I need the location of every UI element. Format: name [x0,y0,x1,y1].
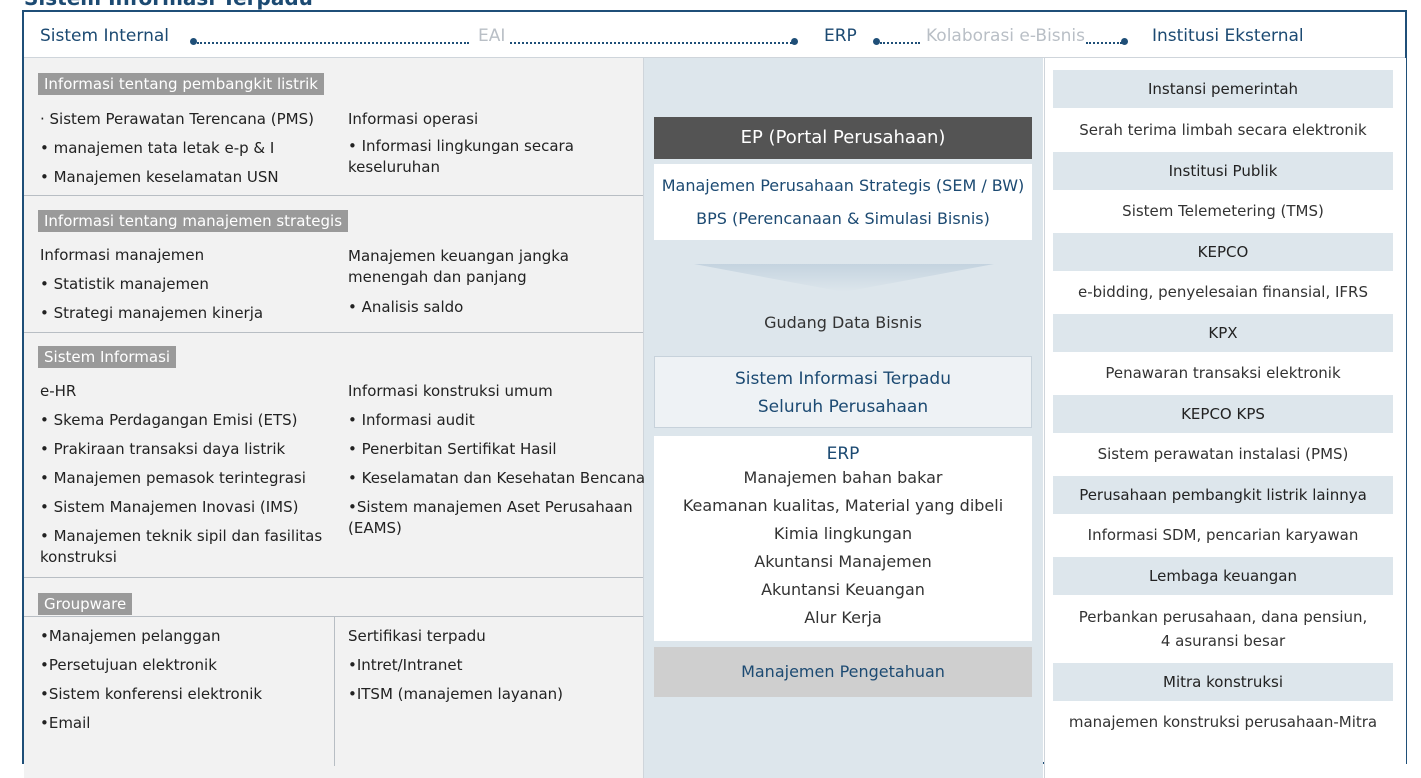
section-header: Informasi tentang pembangkit listrik [38,73,324,95]
section-column-right: Informasi operasi • Informasi lingkungan… [348,105,633,184]
list-item: • Strategi manajemen kinerja [40,304,264,322]
institution-header: Instansi pemerintah [1053,70,1393,108]
section-column-right: Manajemen keuangan jangka menengah dan p… [348,241,638,322]
connector-line [1086,42,1122,44]
list-item: · Sistem Perawatan Terencana (PMS) [40,110,314,128]
list-item: •ITSM (manajemen layanan) [348,685,564,703]
institution-text: Sistem Telemetering (TMS) [1122,202,1324,220]
gudang-data-label: Gudang Data Bisnis [764,313,922,332]
connector-line [880,42,920,44]
erp-item: Akuntansi Manajemen [754,552,932,571]
sistem-informasi-terpadu-box: Sistem Informasi Terpadu Seluruh Perusah… [654,356,1032,428]
diagram-frame: Sistem Internal EAI ERP Kolaborasi e-Bis… [22,10,1407,778]
label-institusi-eksternal: Institusi Eksternal [1152,26,1304,46]
institution-text: Serah terima limbah secara elektronik [1079,121,1367,139]
label-sistem-internal: Sistem Internal [40,26,169,46]
header-row: Sistem Internal EAI ERP Kolaborasi e-Bis… [24,12,1405,60]
list-item: e-HR [40,382,77,400]
sem-label: Manajemen Perusahaan Strategis (SEM / BW… [661,176,1025,195]
institution-text: Informasi SDM, pencarian karyawan [1087,526,1359,544]
connector-line [197,42,469,44]
sitp-line-1: Sistem Informasi Terpadu [734,369,951,389]
ep-portal-box: EP (Portal Perusahaan) [654,117,1032,159]
section-header: Informasi tentang manajemen strategis [38,210,349,232]
connector-line [510,42,792,44]
connector-dot [791,38,798,45]
institution-header: Institusi Publik [1053,152,1393,190]
erp-item: Alur Kerja [804,608,882,627]
sitp-line-2: Seluruh Perusahaan [757,397,929,417]
section-column-right: Sertifikasi terpadu •Intret/Intranet •IT… [348,622,563,709]
label-kolaborasi: Kolaborasi e-Bisnis [926,26,1086,46]
section-sistem-informasi: Sistem Informasi e-HR • Skema Perdaganga… [24,333,646,578]
erp-item: Keamanan kualitas, Material yang dibeli [682,496,1004,515]
institution-header: KEPCO [1053,233,1393,271]
list-item: • Keselamatan dan Kesehatan Bencana [348,469,646,487]
list-item: •Email [40,714,91,732]
connector-dot [1121,38,1128,45]
list-item: •Persetujuan elektronik [40,656,217,674]
institution-text: e-bidding, penyelesaian finansial, IFRS [1077,283,1369,301]
erp-item: Akuntansi Keuangan [761,580,925,599]
diagram-title: Sistem Informasi Terpadu [24,0,313,10]
bps-label: BPS (Perencanaan & Simulasi Bisnis) [696,209,990,228]
list-item: •Sistem manajemen Aset Perusahaan (EAMS) [348,498,633,537]
institution-text: manajemen konstruksi perusahaan-Mitra [1068,713,1378,731]
list-item: Sertifikasi terpadu [348,627,486,645]
institution-text: 4 asuransi besar [1160,632,1286,650]
section-column-right: Informasi konstruksi umum • Informasi au… [348,377,646,545]
divider [334,616,335,766]
manajemen-pengetahuan-box: Manajemen Pengetahuan [654,647,1032,697]
list-item: • Prakiraan transaksi daya listrik [40,440,286,458]
list-item: • Informasi audit [348,411,475,429]
list-item: • Statistik manajemen [40,275,209,293]
institution-text: Sistem perawatan instalasi (PMS) [1097,445,1349,463]
list-item: Informasi konstruksi umum [348,382,553,400]
erp-item: Manajemen bahan bakar [743,468,943,487]
connector-dot [873,38,880,45]
institution-header: KEPCO KPS [1053,395,1393,433]
list-item: • Sistem Manajemen Inovasi (IMS) [40,498,299,516]
label-eai: EAI [478,26,506,46]
section-header: Sistem Informasi [38,346,177,368]
erp-title: ERP [826,444,860,464]
institution-header: KPX [1053,314,1393,352]
institution-text: Perbankan perusahaan, dana pensiun, [1078,608,1368,626]
section-header: Groupware [38,593,133,615]
list-item: Manajemen keuangan jangka menengah dan p… [348,247,569,286]
list-item: • Manajemen keselamatan USN [40,168,279,186]
internal-systems-panel: Informasi tentang pembangkit listrik · S… [24,58,646,778]
list-item: • Manajemen teknik sipil dan fasilitas k… [40,527,323,566]
list-item: • Informasi lingkungan secara keseluruha… [348,137,574,176]
label-erp: ERP [824,26,857,46]
external-institutions-panel: Instansi pemerintah Serah terima limbah … [1044,58,1406,778]
list-item: • Penerbitan Sertifikat Hasil [348,440,557,458]
section-manajemen-strategis: Informasi tentang manajemen strategis In… [24,196,643,333]
list-item: Informasi operasi [348,110,479,128]
list-item: •Sistem konferensi elektronik [40,685,263,703]
institution-header: Mitra konstruksi [1053,663,1393,701]
list-item: •Intret/Intranet [348,656,463,674]
section-pembangkit: Informasi tentang pembangkit listrik · S… [24,58,643,196]
section-column-left: Informasi manajemen • Statistik manajeme… [40,241,263,328]
list-item: • manajemen tata letak e-p & I [40,139,275,157]
list-item: • Skema Perdagangan Emisi (ETS) [40,411,298,429]
section-groupware: Groupware •Manajemen pelanggan •Persetuj… [24,578,643,778]
sem-bps-box: Manajemen Perusahaan Strategis (SEM / BW… [654,164,1032,240]
list-item: •Manajemen pelanggan [40,627,221,645]
erp-box: ERP Manajemen bahan bakar Keamanan kuali… [654,436,1032,641]
erp-panel: EP (Portal Perusahaan) Manajemen Perusah… [644,58,1043,778]
connector-dot [190,38,197,45]
list-item: • Analisis saldo [348,298,464,316]
list-item: • Manajemen pemasok terintegrasi [40,469,306,487]
section-column-left: e-HR • Skema Perdagangan Emisi (ETS) • P… [40,377,330,574]
erp-item: Kimia lingkungan [773,524,913,543]
institution-text: Penawaran transaksi elektronik [1105,364,1341,382]
section-column-left: · Sistem Perawatan Terencana (PMS) • man… [40,105,314,192]
list-item: Informasi manajemen [40,246,205,264]
down-arrow-icon [694,264,994,292]
institution-header: Perusahaan pembangkit listrik lainnya [1053,476,1393,514]
institution-header: Lembaga keuangan [1053,557,1393,595]
section-column-left: •Manajemen pelanggan •Persetujuan elektr… [40,622,262,738]
